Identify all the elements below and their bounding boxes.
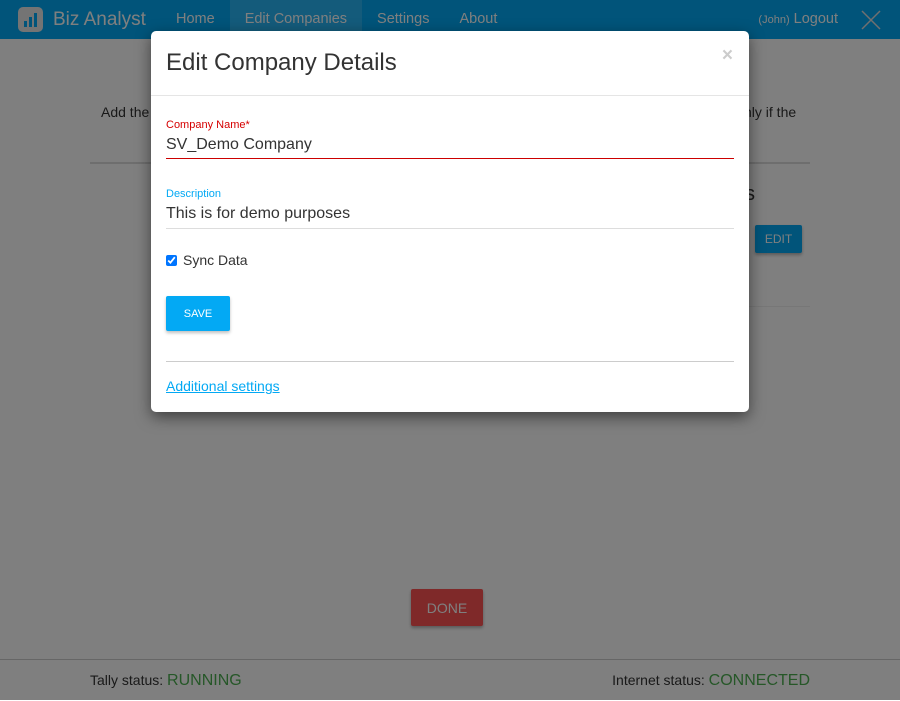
- modal-title: Edit Company Details: [166, 49, 397, 76]
- description-label: Description: [166, 188, 222, 200]
- description-input[interactable]: This is for demo purposes: [166, 205, 350, 223]
- close-icon[interactable]: ×: [722, 45, 733, 67]
- sync-data-check-icon[interactable]: [166, 254, 177, 266]
- company-name-label: Company Name*: [166, 119, 250, 131]
- save-button[interactable]: SAVE: [166, 296, 230, 331]
- edit-company-modal: Edit Company Details × Company Name* SV_…: [151, 31, 749, 412]
- company-name-input[interactable]: SV_Demo Company: [166, 136, 312, 154]
- additional-settings-link[interactable]: Additional settings: [166, 378, 280, 394]
- divider: [166, 361, 734, 362]
- sync-data-label: Sync Data: [183, 252, 248, 268]
- modal-header: Edit Company Details ×: [151, 31, 749, 96]
- sync-data-checkbox[interactable]: Sync Data: [166, 252, 248, 268]
- description-underline: [166, 228, 734, 229]
- company-name-underline: [166, 158, 734, 159]
